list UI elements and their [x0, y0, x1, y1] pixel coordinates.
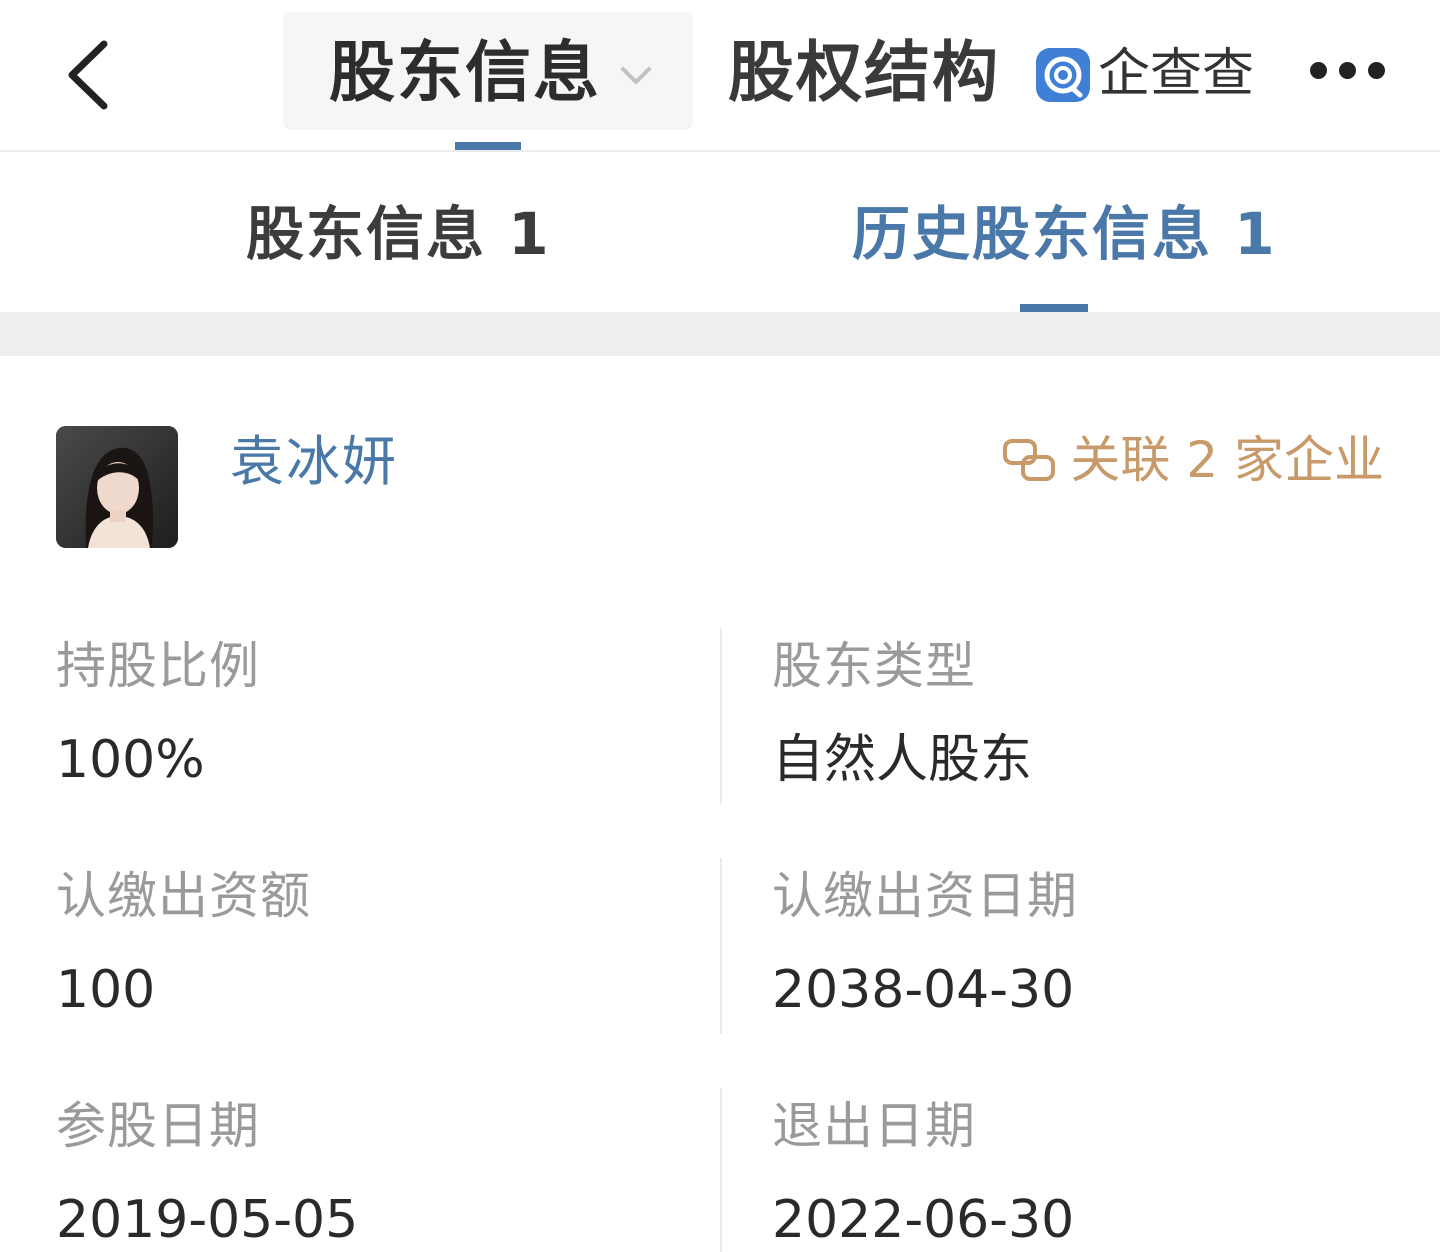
- column-divider: [720, 628, 722, 804]
- related-companies-link[interactable]: 关联 2 家企业: [1002, 430, 1384, 490]
- brand-name: 企查查: [1098, 44, 1255, 104]
- subtab-historical-shareholders[interactable]: 历史股东信息 1: [852, 202, 1277, 266]
- join-date-label: 参股日期: [56, 1097, 260, 1155]
- tab-shareholder-info-label: 股东信息: [329, 34, 601, 111]
- related-companies-text: 关联 2 家企业: [1070, 431, 1384, 489]
- shareholder-card: 袁冰妍 关联 2 家企业 持股比例 100% 股东类型 自然人股东 认缴出资额 …: [0, 356, 1440, 1252]
- subscribed-date-label: 认缴出资日期: [772, 867, 1078, 925]
- brand-logo-icon: [1036, 48, 1090, 102]
- chevron-down-icon: [621, 67, 651, 84]
- subscribed-amount-value: 100: [56, 960, 156, 1020]
- column-divider: [720, 858, 722, 1034]
- back-button[interactable]: [58, 30, 128, 120]
- subtab-active-indicator: [1020, 304, 1088, 312]
- column-divider: [720, 1088, 722, 1252]
- avatar-image: [56, 426, 178, 548]
- link-icon: [1003, 438, 1056, 481]
- shareholder-name[interactable]: 袁冰妍: [230, 432, 398, 492]
- share-ratio-value: 100%: [56, 730, 205, 790]
- tab-shareholder-info[interactable]: 股东信息: [283, 12, 693, 130]
- subscribed-amount-label: 认缴出资额: [56, 867, 311, 925]
- more-button[interactable]: [1306, 56, 1390, 86]
- tab-active-indicator: [455, 142, 521, 150]
- subtab-current-shareholders[interactable]: 股东信息 1: [246, 202, 551, 266]
- sub-tabs: 股东信息 1 历史股东信息 1: [0, 152, 1440, 312]
- share-ratio-label: 持股比例: [56, 637, 260, 695]
- holder-type-label: 股东类型: [772, 637, 976, 695]
- join-date-value: 2019-05-05: [56, 1190, 359, 1250]
- exit-date-label: 退出日期: [772, 1097, 976, 1155]
- top-nav-bar: 股东信息 股权结构 企查查: [0, 0, 1440, 152]
- subscribed-date-value: 2038-04-30: [772, 960, 1075, 1020]
- section-separator: [0, 312, 1440, 356]
- exit-date-value: 2022-06-30: [772, 1190, 1075, 1250]
- avatar[interactable]: [56, 426, 178, 548]
- back-icon: [68, 40, 108, 110]
- holder-type-value: 自然人股东: [772, 730, 1033, 790]
- tab-equity-structure[interactable]: 股权结构: [728, 40, 1000, 106]
